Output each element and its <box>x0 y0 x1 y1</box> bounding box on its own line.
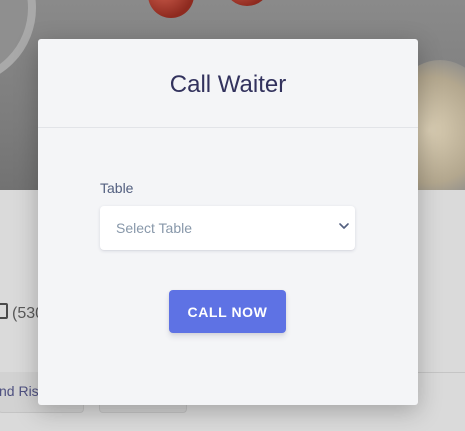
table-field-label: Table <box>100 180 134 196</box>
tomato-image <box>148 0 194 18</box>
plate-image <box>0 0 36 86</box>
chevron-down-icon <box>339 223 349 229</box>
modal-header: Call Waiter <box>38 39 418 128</box>
phone-icon <box>0 303 8 319</box>
table-select-value: Select Table <box>116 220 193 236</box>
call-now-button[interactable]: CALL NOW <box>169 290 286 333</box>
tomato-image <box>226 0 268 6</box>
page: (530 nd Ris Call Waiter Table Select Tab… <box>0 0 465 431</box>
modal-title: Call Waiter <box>169 71 287 98</box>
call-waiter-modal: Call Waiter Table Select Table CALL NOW <box>38 39 418 405</box>
category-tab-label: nd Ris <box>0 383 39 399</box>
table-select[interactable]: Select Table <box>100 206 355 250</box>
